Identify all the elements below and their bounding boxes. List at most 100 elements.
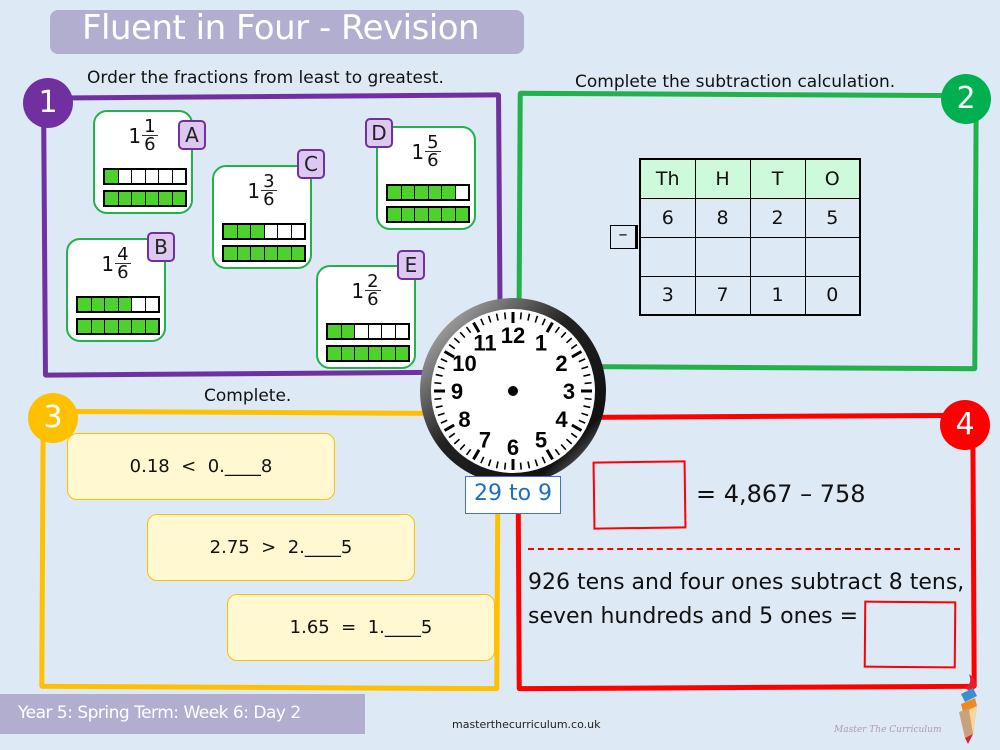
shaded-segment [159,192,173,205]
shaded-segment [91,320,105,333]
table-row-difference: 3 7 1 0 [639,275,861,316]
empty-segment [382,325,396,338]
whole-part: 1 [101,251,115,276]
shaded-segment [145,320,158,333]
empty-segment [172,170,185,183]
shaded-segment [118,298,132,311]
fraction-bar-partial [222,223,306,240]
page-title: Fluent in Four - Revision [82,8,480,48]
comparison-item-3[interactable]: 1.65 = 1.____5 [227,594,495,661]
time-label: 29 to 9 [465,476,561,514]
fraction-bar-partial [103,168,187,185]
empty-segment [455,186,468,199]
shaded-segment [328,325,342,338]
column-header-tens: T [749,158,806,199]
shaded-segment [237,225,251,238]
clock-numeral: 9 [451,379,463,404]
clock-numeral: 4 [555,407,568,432]
empty-segment [159,170,173,183]
shaded-segment [251,247,265,260]
pencil-logo-icon [959,674,977,744]
shaded-segment [382,347,396,360]
card-letter-d: D [365,118,393,148]
cell: 2 [749,197,806,238]
minute-tick [519,462,523,470]
comparison-item-1[interactable]: 0.18 < 0.____8 [67,433,335,500]
answer-cell[interactable] [639,236,696,277]
minute-tick [584,397,592,401]
fraction-bar-whole [76,318,160,335]
place-value-table: Th H T O 6 8 2 5 3 7 1 0 [639,158,861,316]
comparison-text: 0.18 < 0.____8 [129,456,273,477]
answer-box-2[interactable] [863,600,957,669]
q4-equation: = 4,867 – 758 [696,480,866,508]
denominator: 6 [117,262,129,283]
shaded-segment [105,298,119,311]
cell: 8 [694,197,751,238]
shaded-segment [455,208,468,221]
card-letter-a: A [178,120,206,150]
whole-part: 1 [247,178,261,203]
empty-segment [132,298,146,311]
empty-segment [145,170,159,183]
clock-numeral: 12 [501,323,525,348]
fraction-bar-partial [76,296,160,313]
empty-segment [368,325,382,338]
shaded-segment [341,347,355,360]
shaded-segment [105,192,119,205]
clock-numeral: 6 [507,435,519,460]
answer-cell[interactable] [694,236,751,277]
clock-numeral: 5 [535,427,547,452]
shaded-segment [428,186,442,199]
whole-part: 1 [351,278,365,303]
minute-tick [503,312,507,320]
comparison-item-2[interactable]: 2.75 > 2.____5 [147,514,415,581]
shaded-segment [91,298,105,311]
fraction-card-c[interactable]: 136 [212,165,312,269]
shaded-segment [415,186,429,199]
shaded-segment [78,298,92,311]
empty-segment [395,325,408,338]
shaded-segment [78,320,92,333]
card-letter-c: C [297,149,325,179]
shaded-segment [355,347,369,360]
table-row-subtrahend-blank [639,236,861,277]
shaded-segment [118,192,132,205]
cell: 6 [639,197,696,238]
clock-numeral: 8 [458,407,470,432]
table-row-minuend: 6 8 2 5 [639,197,861,238]
comparison-text: 2.75 > 2.____5 [209,537,353,558]
fraction-bar-partial [386,184,470,201]
empty-segment [132,170,146,183]
q2-number-badge: 2 [941,74,991,124]
shaded-segment [368,347,382,360]
shaded-segment [132,192,146,205]
card-letter-b: B [147,232,175,262]
empty-segment [278,225,292,238]
dashed-divider [528,548,960,550]
shaded-segment [401,186,415,199]
fraction-card-e[interactable]: 126 [316,265,416,369]
shaded-segment [224,225,238,238]
answer-cell[interactable] [749,236,806,277]
shaded-segment [118,320,132,333]
column-header-hundreds: H [694,158,751,199]
column-header-thousands: Th [639,158,696,199]
empty-segment [264,225,278,238]
clock-numeral: 11 [473,331,496,356]
minute-tick [584,381,592,385]
shaded-segment [224,247,238,260]
clock-numeral: 3 [563,379,575,404]
minus-sign-box: – [610,225,638,249]
shaded-segment [388,208,402,221]
denominator: 6 [427,150,439,171]
website-link[interactable]: masterthecurriculum.co.uk [452,718,600,731]
shaded-segment [395,347,408,360]
mixed-number: 136 [214,173,310,213]
shaded-segment [237,247,251,260]
empty-segment [118,170,132,183]
minute-tick [434,381,442,385]
fraction-bar-whole [326,345,410,362]
shaded-segment [251,225,265,238]
answer-cell[interactable] [804,236,861,277]
